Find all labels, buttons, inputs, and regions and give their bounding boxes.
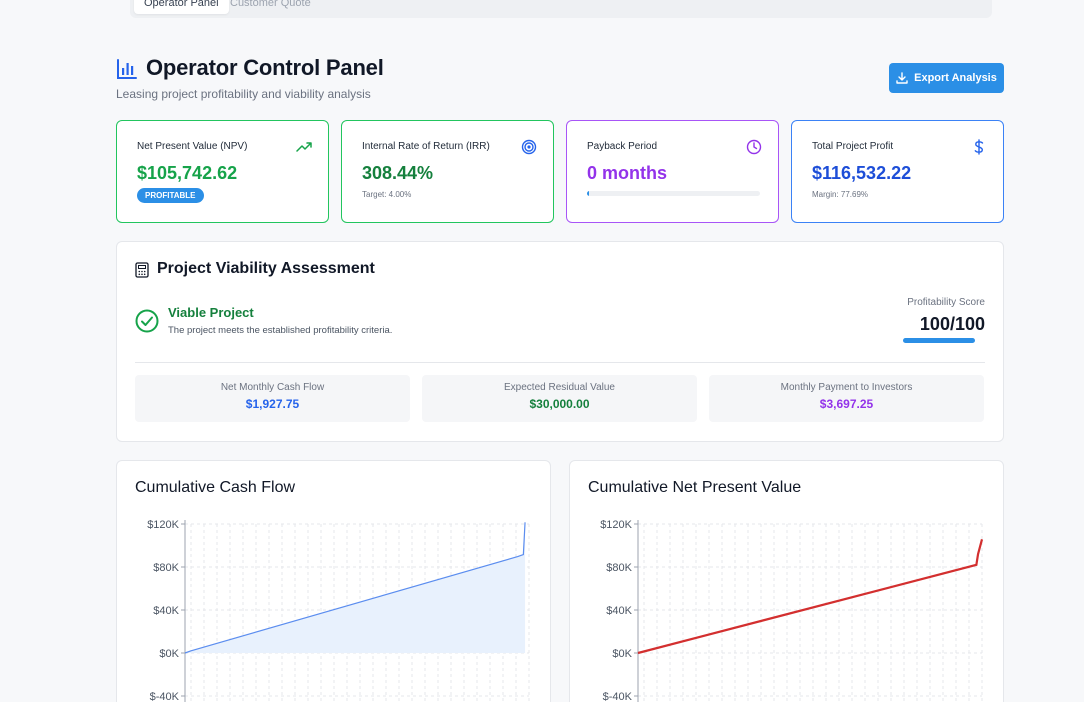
trending-up-icon bbox=[296, 142, 312, 152]
cumulative-cash-flow-chart: $120K $80K $40K $0K $-40K bbox=[147, 519, 530, 702]
divider bbox=[135, 362, 985, 363]
page-subtitle: Leasing project profitability and viabil… bbox=[116, 87, 371, 101]
payback-progress-fill bbox=[587, 191, 589, 196]
y-tick-label: $40K bbox=[606, 605, 632, 617]
payback-label: Payback Period bbox=[587, 141, 658, 152]
npv-value: $105,742.62 bbox=[137, 163, 238, 183]
irr-card: Internal Rate of Return (IRR) 308.44% Ta… bbox=[341, 120, 554, 223]
y-tick-label: $120K bbox=[147, 519, 179, 531]
profitable-badge: PROFITABLE bbox=[137, 188, 204, 203]
metric-label: Expected Residual Value bbox=[504, 382, 615, 393]
calculator-icon bbox=[135, 262, 149, 278]
dollar-icon bbox=[974, 139, 984, 155]
target-icon bbox=[521, 139, 537, 155]
viability-title: Project Viability Assessment bbox=[157, 260, 375, 277]
y-tick-label: $0K bbox=[612, 648, 632, 660]
payback-card: Payback Period 0 months bbox=[566, 120, 779, 223]
metric-value: $3,697.25 bbox=[819, 397, 874, 411]
metric-monthly-payment-to-investors: Monthly Payment to Investors $3,697.25 bbox=[709, 375, 984, 422]
y-tick-label: $80K bbox=[606, 562, 632, 574]
tab-bar: Operator Panel Customer Quote bbox=[130, 0, 992, 18]
profit-margin: Margin: 77.69% bbox=[812, 190, 869, 199]
score-label: Profitability Score bbox=[907, 297, 985, 308]
irr-label: Internal Rate of Return (IRR) bbox=[362, 141, 490, 152]
viability-status: Viable Project bbox=[168, 305, 254, 320]
viability-card: Project Viability Assessment Viable Proj… bbox=[116, 241, 1004, 442]
page-title: Operator Control Panel bbox=[146, 55, 384, 80]
tab-operator-panel[interactable]: Operator Panel bbox=[134, 0, 229, 14]
metric-value: $30,000.00 bbox=[529, 397, 590, 411]
profit-card: Total Project Profit $116,532.22 Margin:… bbox=[791, 120, 1004, 223]
download-icon bbox=[896, 72, 908, 84]
export-label: Export Analysis bbox=[914, 72, 997, 84]
export-analysis-button[interactable]: Export Analysis bbox=[889, 63, 1004, 93]
cumulative-cash-flow-card: Cumulative Cash Flow $120K $80K $40K $0K $-4… bbox=[116, 460, 551, 702]
profit-value: $116,532.22 bbox=[812, 163, 912, 183]
metric-label: Monthly Payment to Investors bbox=[780, 382, 913, 393]
payback-progress bbox=[587, 191, 760, 196]
y-tick-label: $0K bbox=[159, 648, 179, 660]
metric-label: Net Monthly Cash Flow bbox=[220, 382, 325, 393]
npv-label: Net Present Value (NPV) bbox=[137, 141, 248, 152]
y-tick-label: $-40K bbox=[150, 691, 180, 702]
check-circle-icon bbox=[135, 309, 159, 333]
y-tick-label: $80K bbox=[153, 562, 179, 574]
tab-customer-quote[interactable]: Customer Quote bbox=[220, 0, 321, 14]
npv-card: Net Present Value (NPV) $105,742.62 PROF… bbox=[116, 120, 329, 223]
cumulative-npv-chart: $120K $80K $40K $0K $-40K bbox=[600, 519, 984, 702]
cumulative-npv-card: Cumulative Net Present Value $120K $80K $4… bbox=[569, 460, 1004, 702]
viability-description: The project meets the established profit… bbox=[168, 325, 393, 336]
bar-chart-icon bbox=[117, 59, 137, 79]
y-tick-label: $120K bbox=[600, 519, 632, 531]
metric-expected-residual-value: Expected Residual Value $30,000.00 bbox=[422, 375, 697, 422]
series-area bbox=[185, 522, 526, 653]
score-value: 100/100 bbox=[919, 314, 985, 334]
profit-label: Total Project Profit bbox=[812, 141, 894, 152]
irr-value: 308.44% bbox=[362, 163, 434, 183]
score-bar-fill bbox=[903, 338, 975, 343]
payback-value: 0 months bbox=[587, 163, 668, 183]
score-bar bbox=[903, 338, 975, 343]
clock-icon bbox=[746, 139, 762, 155]
y-tick-label: $-40K bbox=[603, 691, 633, 702]
y-tick-label: $40K bbox=[153, 605, 179, 617]
metric-value: $1,927.75 bbox=[245, 397, 300, 411]
irr-target: Target: 4.00% bbox=[362, 190, 412, 199]
metric-net-monthly-cash-flow: Net Monthly Cash Flow $1,927.75 bbox=[135, 375, 410, 422]
